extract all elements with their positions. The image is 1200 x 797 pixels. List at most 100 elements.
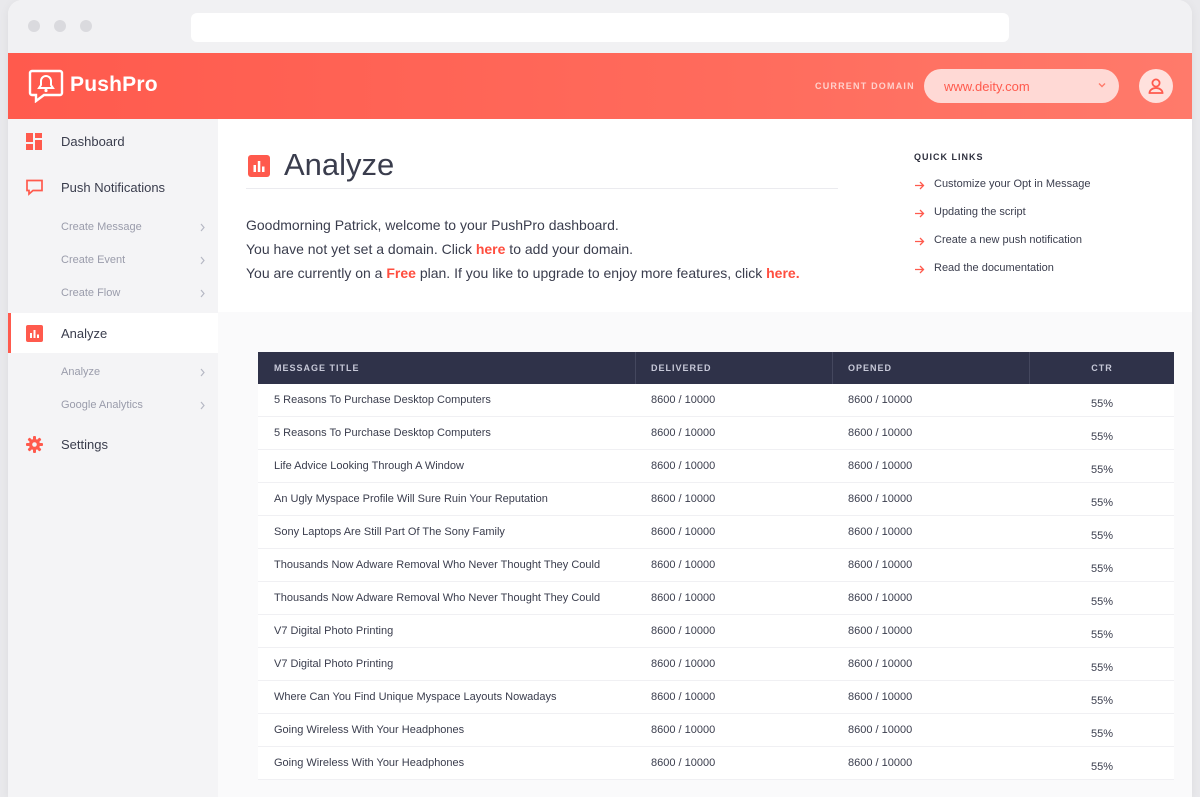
- quick-link-label: Updating the script: [934, 206, 1026, 218]
- table-row[interactable]: An Ugly Myspace Profile Will Sure Ruin Y…: [258, 483, 1174, 516]
- domain-select[interactable]: www.deity.com: [924, 69, 1119, 103]
- window-minimize-dot[interactable]: [54, 20, 66, 32]
- welcome-text: You are currently on a: [246, 265, 387, 281]
- sidebar-subitem-label: Google Analytics: [61, 399, 143, 411]
- upgrade-link[interactable]: here.: [766, 265, 799, 281]
- top-bar: PushPro CURRENT DOMAIN www.deity.com: [8, 53, 1192, 119]
- cell-message-title: 5 Reasons To Purchase Desktop Computers: [274, 394, 491, 406]
- cell-opened: 8600 / 10000: [848, 394, 913, 406]
- cell-opened: 8600 / 10000: [848, 526, 913, 538]
- column-header-message-title[interactable]: MESSAGE TITLE: [258, 352, 636, 384]
- sidebar-item-label: Analyze: [61, 325, 108, 341]
- cell-delivered: 8600 / 10000: [651, 658, 716, 670]
- quick-link-item[interactable]: Read the documentation: [914, 262, 1091, 290]
- chat-bubble-icon: [26, 179, 43, 196]
- sidebar-subitem-create-message[interactable]: Create Message: [61, 221, 206, 233]
- cell-ctr: 55%: [1090, 695, 1114, 707]
- cell-opened: 8600 / 10000: [848, 658, 913, 670]
- sidebar-subitem-label: Create Flow: [61, 287, 121, 299]
- sidebar-subitem-create-event[interactable]: Create Event: [61, 254, 206, 266]
- sidebar-subitem-label: Analyze: [61, 366, 101, 378]
- title-divider: [246, 188, 838, 189]
- sidebar-item-push-notifications[interactable]: Push Notifications: [8, 167, 218, 207]
- welcome-panel: Analyze Goodmorning Patrick, welcome to …: [218, 119, 1192, 312]
- cell-delivered: 8600 / 10000: [651, 460, 716, 472]
- chevron-right-icon: [200, 223, 205, 232]
- sidebar-item-analyze[interactable]: Analyze: [8, 313, 218, 353]
- domain-select-value: www.deity.com: [944, 78, 1030, 94]
- sidebar-item-dashboard[interactable]: Dashboard: [8, 121, 218, 161]
- welcome-message: Goodmorning Patrick, welcome to your Pus…: [246, 213, 800, 285]
- cell-message-title: Life Advice Looking Through A Window: [274, 460, 464, 472]
- sidebar-subitem-create-flow[interactable]: Create Flow: [61, 287, 206, 299]
- table-row[interactable]: 5 Reasons To Purchase Desktop Computers 8…: [258, 384, 1174, 417]
- user-icon: [1148, 78, 1164, 94]
- cell-message-title: V7 Digital Photo Printing: [274, 625, 394, 637]
- sidebar-item-settings[interactable]: Settings: [8, 424, 218, 464]
- table-row[interactable]: Going Wireless With Your Headphones 8600 …: [258, 747, 1174, 780]
- bell-chat-logo-icon: [28, 69, 64, 103]
- table-row[interactable]: Thousands Now Adware Removal Who Never T…: [258, 549, 1174, 582]
- window-close-dot[interactable]: [28, 20, 40, 32]
- chevron-right-icon: [200, 368, 205, 377]
- cell-ctr: 55%: [1090, 497, 1114, 509]
- cell-message-title: An Ugly Myspace Profile Will Sure Ruin Y…: [274, 493, 548, 505]
- quick-link-item[interactable]: Customize your Opt in Message: [914, 178, 1091, 206]
- welcome-text: You have not yet set a domain. Click: [246, 241, 476, 257]
- cell-ctr: 55%: [1090, 563, 1114, 575]
- sidebar-subitem-analyze[interactable]: Analyze: [61, 366, 206, 378]
- cell-delivered: 8600 / 10000: [651, 427, 716, 439]
- table-row[interactable]: Thousands Now Adware Removal Who Never T…: [258, 582, 1174, 615]
- arrow-right-icon: [915, 265, 925, 274]
- welcome-text: plan. If you like to upgrade to enjoy mo…: [415, 265, 767, 281]
- cell-message-title: Thousands Now Adware Removal Who Never T…: [274, 559, 601, 571]
- sidebar-subitem-label: Create Event: [61, 254, 126, 266]
- cell-opened: 8600 / 10000: [848, 757, 913, 769]
- quick-link-item[interactable]: Updating the script: [914, 206, 1091, 234]
- column-header-opened[interactable]: OPENED: [833, 352, 1030, 384]
- browser-window: PushPro CURRENT DOMAIN www.deity.com Das…: [8, 0, 1192, 797]
- cell-ctr: 55%: [1090, 530, 1114, 542]
- cell-ctr: 55%: [1090, 431, 1114, 443]
- column-header-delivered[interactable]: DELIVERED: [636, 352, 833, 384]
- table-row[interactable]: V7 Digital Photo Printing 8600 / 10000 860…: [258, 615, 1174, 648]
- cell-delivered: 8600 / 10000: [651, 394, 716, 406]
- chevron-right-icon: [200, 256, 205, 265]
- page-title: Analyze: [284, 147, 395, 182]
- window-maximize-dot[interactable]: [80, 20, 92, 32]
- sidebar-item-label: Settings: [61, 436, 108, 452]
- table-row[interactable]: Sony Laptops Are Still Part Of The Sony …: [258, 516, 1174, 549]
- cell-message-title: Sony Laptops Are Still Part Of The Sony …: [274, 526, 505, 538]
- cell-opened: 8600 / 10000: [848, 625, 913, 637]
- sidebar-item-label: Push Notifications: [61, 179, 166, 195]
- table-row[interactable]: V7 Digital Photo Printing 8600 / 10000 860…: [258, 648, 1174, 681]
- sidebar-subitem-google-analytics[interactable]: Google Analytics: [61, 399, 206, 411]
- cell-ctr: 55%: [1090, 728, 1114, 740]
- cell-message-title: Going Wireless With Your Headphones: [274, 757, 465, 769]
- cell-opened: 8600 / 10000: [848, 724, 913, 736]
- cell-message-title: Going Wireless With Your Headphones: [274, 724, 465, 736]
- add-domain-link[interactable]: here: [476, 241, 506, 257]
- cell-delivered: 8600 / 10000: [651, 691, 716, 703]
- cell-opened: 8600 / 10000: [848, 460, 913, 472]
- cell-message-title: 5 Reasons To Purchase Desktop Computers: [274, 427, 491, 439]
- cell-delivered: 8600 / 10000: [651, 559, 716, 571]
- logo[interactable]: PushPro: [28, 67, 158, 103]
- cell-opened: 8600 / 10000: [848, 427, 913, 439]
- column-header-ctr[interactable]: CTR: [1030, 352, 1174, 384]
- table-row[interactable]: Going Wireless With Your Headphones 8600 …: [258, 714, 1174, 747]
- chevron-right-icon: [200, 289, 205, 298]
- welcome-line: You have not yet set a domain. Click her…: [246, 237, 800, 261]
- quick-link-item[interactable]: Create a new push notification: [914, 234, 1091, 262]
- quick-link-label: Customize your Opt in Message: [934, 178, 1091, 190]
- cell-delivered: 8600 / 10000: [651, 757, 716, 769]
- cell-opened: 8600 / 10000: [848, 559, 913, 571]
- table-row[interactable]: Life Advice Looking Through A Window 8600…: [258, 450, 1174, 483]
- table-row[interactable]: Where Can You Find Unique Myspace Layout…: [258, 681, 1174, 714]
- chevron-down-icon: [1098, 83, 1106, 88]
- address-bar[interactable]: [191, 13, 1009, 42]
- table-row[interactable]: 5 Reasons To Purchase Desktop Computers 8…: [258, 417, 1174, 450]
- table-header: MESSAGE TITLE DELIVERED OPENED CTR: [258, 352, 1174, 384]
- dashboard-icon: [26, 132, 42, 150]
- user-avatar[interactable]: [1139, 69, 1173, 103]
